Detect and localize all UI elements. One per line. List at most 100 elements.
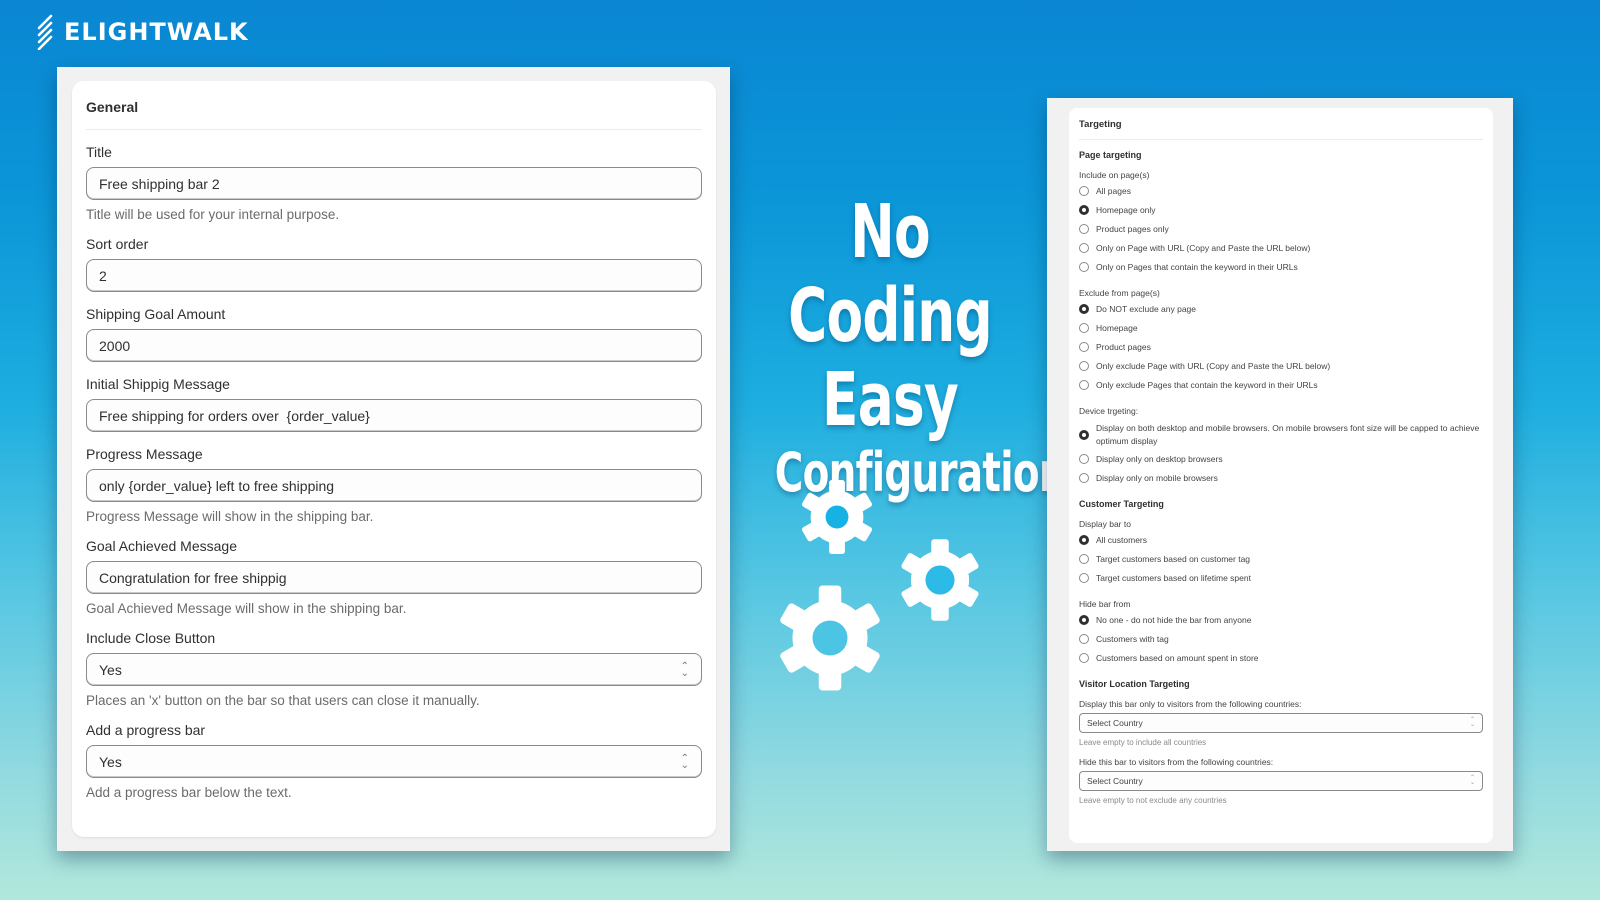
radio-label: Target customers based on customer tag xyxy=(1096,554,1251,564)
exclude-pages-radio-group: Do NOT exclude any page Homepage Product… xyxy=(1079,301,1483,396)
customer-targeting-heading: Customer Targeting xyxy=(1079,499,1164,509)
exclude-countries-help: Leave empty to not exclude any countries xyxy=(1079,796,1227,805)
title-value: Free shipping bar 2 xyxy=(99,175,220,192)
radio-icon xyxy=(1079,361,1089,371)
headline-line-1: No Coding xyxy=(788,189,993,359)
headline: No Coding Easy Configuration xyxy=(730,189,1067,504)
progress-message-input[interactable]: only {order_value} left to free shipping xyxy=(86,469,702,502)
close-button-help: Places an 'x' button on the bar so that … xyxy=(86,693,480,708)
radio-label: Customers based on amount spent in store xyxy=(1096,653,1259,663)
radio-icon xyxy=(1079,323,1089,333)
radio-label: Product pages only xyxy=(1096,224,1169,234)
goal-message-field: Goal Achieved Message Congratulation for… xyxy=(86,538,702,616)
select-arrows-icon: ⌃ ⌄ xyxy=(680,660,689,679)
radio-option[interactable]: All customers xyxy=(1079,532,1483,551)
radio-icon xyxy=(1079,380,1089,390)
include-countries-help: Leave empty to include all countries xyxy=(1079,738,1207,747)
radio-icon xyxy=(1079,473,1089,483)
radio-selected-icon xyxy=(1079,304,1089,314)
goal-amount-field: Shipping Goal Amount 2000 xyxy=(86,306,702,362)
small-gear xyxy=(801,480,873,554)
radio-label: Customers with tag xyxy=(1096,634,1169,644)
radio-option[interactable]: Homepage xyxy=(1079,320,1483,339)
radio-label: Product pages xyxy=(1096,342,1151,352)
progress-bar-field: Add a progress bar Yes ⌃ ⌄ Add a progress… xyxy=(86,722,702,800)
targeting-panel: Targeting Page targeting Include on page… xyxy=(1047,98,1513,851)
radio-option[interactable]: Only exclude Page with URL (Copy and Pas… xyxy=(1079,358,1483,377)
progress-message-field: Progress Message only {order_value} left… xyxy=(86,446,702,524)
radio-label: No one - do not hide the bar from anyone xyxy=(1096,615,1252,625)
radio-label: Display only on desktop browsers xyxy=(1096,454,1223,464)
radio-label: All pages xyxy=(1096,186,1131,196)
goal-message-input[interactable]: Congratulation for free shippig xyxy=(86,561,702,594)
sort-order-label: Sort order xyxy=(86,236,149,252)
radio-option[interactable]: Product pages xyxy=(1079,339,1483,358)
radio-icon xyxy=(1079,634,1089,644)
select-arrows-icon: ⌃ ⌄ xyxy=(1469,775,1475,786)
radio-label: All customers xyxy=(1096,535,1148,545)
radio-option[interactable]: Display only on desktop browsers xyxy=(1079,451,1483,470)
initial-message-input[interactable]: Free shipping for orders over {order_val… xyxy=(86,399,702,432)
radio-option[interactable]: Display on both desktop and mobile brows… xyxy=(1079,419,1483,451)
headline-line-2: Easy xyxy=(822,357,959,443)
goal-message-label: Goal Achieved Message xyxy=(86,538,237,554)
progress-message-value: only {order_value} left to free shipping xyxy=(99,477,335,494)
brand-logo: ELIGHTWALK xyxy=(36,14,249,50)
targeting-title: Targeting xyxy=(1079,108,1483,140)
radio-selected-icon xyxy=(1079,205,1089,215)
goal-message-value: Congratulation for free shippig xyxy=(99,569,287,586)
progress-bar-help: Add a progress bar below the text. xyxy=(86,785,292,800)
exclude-countries-label: Hide this bar to visitors from the follo… xyxy=(1079,757,1274,767)
exclude-pages-label: Exclude from page(s) xyxy=(1079,288,1160,298)
radio-option[interactable]: Homepage only xyxy=(1079,202,1483,221)
close-button-value: Yes xyxy=(99,661,122,678)
radio-label: Target customers based on lifetime spent xyxy=(1096,573,1251,583)
title-field: Title Free shipping bar 2 Title will be … xyxy=(86,144,702,222)
progress-bar-value: Yes xyxy=(99,753,122,770)
progress-bar-select[interactable]: Yes ⌃ ⌄ xyxy=(86,745,702,778)
initial-message-value: Free shipping for orders over {order_val… xyxy=(99,407,370,424)
radio-option[interactable]: Target customers based on customer tag xyxy=(1079,551,1483,570)
exclude-country-select[interactable]: Select Country ⌃ ⌄ xyxy=(1079,771,1483,791)
goal-amount-label: Shipping Goal Amount xyxy=(86,306,226,322)
include-countries-label: Display this bar only to visitors from t… xyxy=(1079,699,1302,709)
radio-selected-icon xyxy=(1079,535,1089,545)
close-button-field: Include Close Button Yes ⌃ ⌄ Places an 'x… xyxy=(86,630,702,708)
include-pages-label: Include on page(s) xyxy=(1079,170,1150,180)
radio-option[interactable]: Product pages only xyxy=(1079,221,1483,240)
radio-option[interactable]: All pages xyxy=(1079,183,1483,202)
radio-option[interactable]: Customers with tag xyxy=(1079,631,1483,650)
radio-option[interactable]: Only exclude Pages that contain the keyw… xyxy=(1079,377,1483,396)
radio-icon xyxy=(1079,573,1089,583)
radio-option[interactable]: Target customers based on lifetime spent xyxy=(1079,570,1483,589)
select-arrows-icon: ⌃ ⌄ xyxy=(1469,717,1475,728)
radio-option[interactable]: Do NOT exclude any page xyxy=(1079,301,1483,320)
radio-option[interactable]: Customers based on amount spent in store xyxy=(1079,650,1483,669)
radio-option[interactable]: Only on Page with URL (Copy and Paste th… xyxy=(1079,240,1483,259)
radio-option[interactable]: No one - do not hide the bar from anyone xyxy=(1079,612,1483,631)
radio-icon xyxy=(1079,554,1089,564)
radio-icon xyxy=(1079,224,1089,234)
goal-amount-input[interactable]: 2000 xyxy=(86,329,702,362)
sort-order-value: 2 xyxy=(99,267,107,284)
sort-order-input[interactable]: 2 xyxy=(86,259,702,292)
page-targeting-heading: Page targeting xyxy=(1079,150,1142,160)
radio-label: Homepage xyxy=(1096,323,1138,333)
goal-message-help: Goal Achieved Message will show in the s… xyxy=(86,601,407,616)
radio-icon xyxy=(1079,243,1089,253)
radio-icon xyxy=(1079,342,1089,352)
hide-bar-from-label: Hide bar from xyxy=(1079,599,1131,609)
radio-option[interactable]: Display only on mobile browsers xyxy=(1079,470,1483,489)
general-settings-panel: General Title Free shipping bar 2 Title … xyxy=(57,67,730,851)
radio-option[interactable]: Only on Pages that contain the keyword i… xyxy=(1079,259,1483,278)
select-arrows-icon: ⌃ ⌄ xyxy=(680,752,689,771)
title-input[interactable]: Free shipping bar 2 xyxy=(86,167,702,200)
include-country-select[interactable]: Select Country ⌃ ⌄ xyxy=(1079,713,1483,733)
radio-selected-icon xyxy=(1079,615,1089,625)
medium-gear xyxy=(900,539,980,621)
goal-amount-value: 2000 xyxy=(99,337,131,354)
radio-icon xyxy=(1079,186,1089,196)
large-gear xyxy=(780,585,882,691)
radio-label: Homepage only xyxy=(1096,205,1156,215)
close-button-select[interactable]: Yes ⌃ ⌄ xyxy=(86,653,702,686)
